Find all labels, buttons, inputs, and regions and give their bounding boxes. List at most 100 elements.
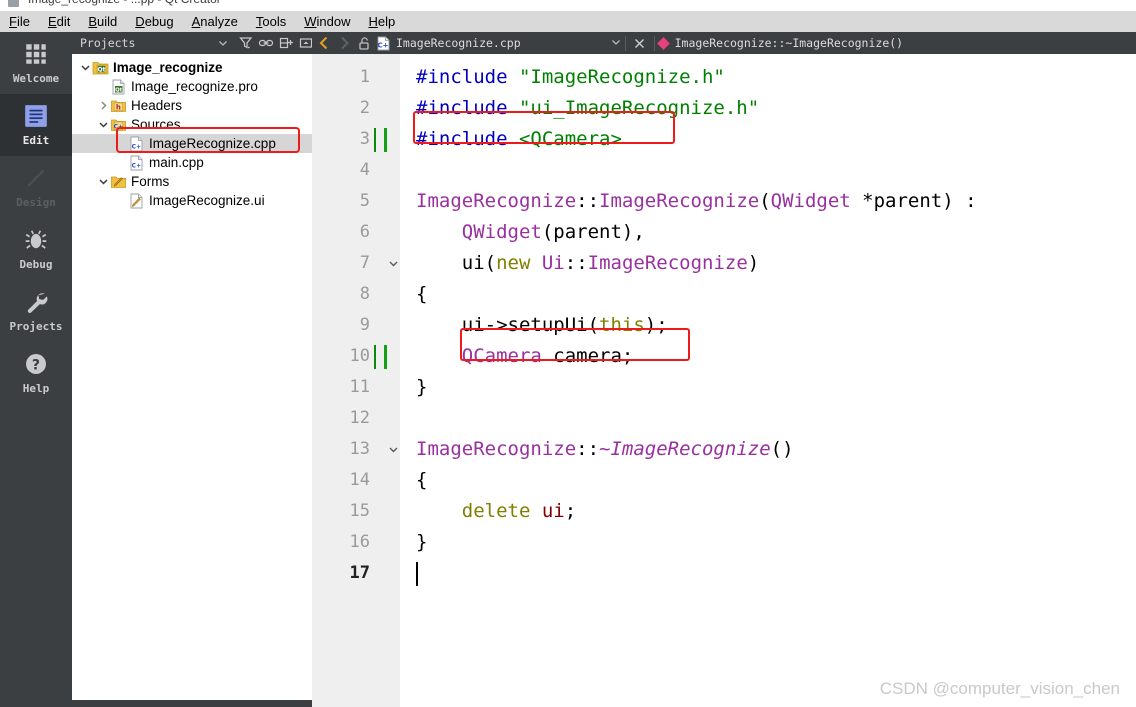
line-change-marker	[384, 128, 387, 152]
code-line[interactable]: 5 ImageRecognize::ImageRecognize(QWidget …	[312, 186, 1136, 217]
code-line[interactable]: 9 ui->setupUi(this);	[312, 310, 1136, 341]
app-icon	[8, 0, 19, 7]
code-line[interactable]: 12	[312, 403, 1136, 434]
code-text: ImageRecognize::ImageRecognize(QWidget *…	[416, 190, 977, 212]
mode-button-design: Design	[0, 156, 72, 218]
line-number: 8	[359, 284, 370, 304]
cpp-file-icon: C+	[128, 136, 145, 152]
chevron-down-icon[interactable]	[96, 175, 110, 189]
tree-item-label: main.cpp	[149, 155, 204, 170]
mode-button-help[interactable]: ? Help	[0, 342, 72, 404]
chevron-down-icon[interactable]	[78, 61, 92, 75]
mode-button-welcome[interactable]: Welcome	[0, 32, 72, 94]
open-file-selector[interactable]: C+ ImageRecognize.cpp	[374, 36, 621, 51]
unlock-icon[interactable]	[354, 33, 374, 53]
line-change-marker	[384, 345, 387, 369]
code-line[interactable]: 14 {	[312, 465, 1136, 496]
code-line[interactable]: 1 #include "ImageRecognize.h"	[312, 62, 1136, 93]
line-number: 14	[349, 470, 370, 490]
mode-button-debug[interactable]: Debug	[0, 218, 72, 280]
chevron-down-icon[interactable]	[96, 118, 110, 132]
ui-file-icon	[128, 193, 145, 209]
tree-item[interactable]: Qt Image_recognize	[72, 58, 312, 77]
code-editor[interactable]: 1 #include "ImageRecognize.h" 2 #include "u…	[312, 54, 1136, 707]
code-text: delete ui;	[461, 500, 577, 522]
go-forward-icon[interactable]	[334, 33, 354, 53]
cpp-file-icon: C+	[376, 36, 391, 51]
fold-chevron-down-icon[interactable]	[386, 434, 400, 465]
code-text: ImageRecognize::~ImageRecognize()	[416, 438, 794, 460]
menu-item-edit[interactable]: Edit	[39, 12, 79, 31]
text-caret	[416, 562, 418, 586]
svg-text:?: ?	[32, 357, 40, 373]
line-number: 4	[359, 160, 370, 180]
tree-item-selected[interactable]: C+ ImageRecognize.cpp	[72, 134, 312, 153]
project-side-panel: Projects Qt Image_recognize Qt Image_rec…	[72, 32, 313, 701]
window-title-bar: Image_recognize - ...pp - Qt Creator	[0, 0, 1136, 11]
tree-item[interactable]: Qt Image_recognize.pro	[72, 77, 312, 96]
code-line[interactable]: 3 #include <QCamera>	[312, 124, 1136, 155]
go-back-icon[interactable]	[314, 33, 334, 53]
code-line[interactable]: 10 QCamera camera;	[312, 341, 1136, 372]
forms-folder-icon	[110, 174, 127, 190]
side-panel-view-label: Projects	[80, 36, 136, 50]
line-number: 10	[349, 346, 370, 366]
qt-pro-file-icon: Qt	[110, 79, 127, 95]
chevron-down-icon	[611, 36, 621, 50]
menu-item-debug[interactable]: Debug	[126, 12, 182, 31]
tree-item[interactable]: Forms	[72, 172, 312, 191]
symbol-selector[interactable]: ImageRecognize::~ImageRecognize()	[656, 36, 903, 50]
menu-item-tools[interactable]: Tools	[247, 12, 295, 31]
split-icon[interactable]	[276, 33, 296, 53]
code-line[interactable]: 15 delete ui;	[312, 496, 1136, 527]
document-lines-icon	[23, 103, 49, 129]
mode-selector-bar: Welcome Edit Design Debug Projects? Help	[0, 32, 72, 707]
tree-item[interactable]: ImageRecognize.ui	[72, 191, 312, 210]
code-line[interactable]: 2 #include "ui_ImageRecognize.h"	[312, 93, 1136, 124]
side-panel-view-selector[interactable]: Projects	[72, 36, 228, 50]
code-line[interactable]: 8{	[312, 279, 1136, 310]
menu-item-analyze[interactable]: Analyze	[183, 12, 247, 31]
text-caret	[374, 345, 376, 369]
link-icon[interactable]	[256, 33, 276, 53]
code-text: {	[416, 469, 428, 491]
line-number: 7	[359, 253, 370, 273]
tree-item[interactable]: h Headers	[72, 96, 312, 115]
tree-item[interactable]: C+ main.cpp	[72, 153, 312, 172]
chevron-right-icon[interactable]	[96, 99, 110, 113]
close-icon[interactable]	[630, 33, 650, 53]
code-line[interactable]: 6 QWidget(parent),	[312, 217, 1136, 248]
bug-icon	[23, 227, 49, 253]
menu-bar: File Edit Build Debug Analyze Tools Window Help	[0, 11, 1136, 33]
tree-item-label: ImageRecognize.ui	[149, 193, 265, 208]
divider	[653, 35, 655, 51]
menu-item-help[interactable]: Help	[359, 12, 404, 31]
tree-item-label: Sources	[131, 117, 181, 132]
code-text: QCamera camera;	[461, 345, 634, 367]
code-line[interactable]: 17	[312, 558, 1136, 589]
code-line[interactable]: 13 ImageRecognize::~ImageRecognize()	[312, 434, 1136, 465]
line-number: 11	[349, 377, 370, 397]
chevron-down-icon	[219, 41, 227, 46]
menu-item-window[interactable]: Window	[295, 12, 359, 31]
line-number: 3	[359, 129, 370, 149]
fold-chevron-down-icon[interactable]	[386, 248, 400, 279]
mode-button-edit[interactable]: Edit	[0, 94, 72, 156]
line-number: 6	[359, 222, 370, 242]
divider	[624, 35, 626, 51]
menu-item-build[interactable]: Build	[79, 12, 126, 31]
code-line[interactable]: 4	[312, 155, 1136, 186]
line-number: 13	[349, 439, 370, 459]
code-text: #include "ui_ImageRecognize.h"	[416, 97, 760, 119]
tree-item[interactable]: C+ Sources	[72, 115, 312, 134]
line-number: 15	[349, 501, 370, 521]
qt-creator-window: Image_recognize - ...pp - Qt Creator Fil…	[0, 0, 1136, 707]
menu-item-file[interactable]: File	[0, 12, 39, 31]
code-line[interactable]: 11}	[312, 372, 1136, 403]
code-line[interactable]: 16}	[312, 527, 1136, 558]
filter-icon[interactable]	[236, 33, 256, 53]
mode-button-projects[interactable]: Projects	[0, 280, 72, 342]
code-line[interactable]: 7 ui(new Ui::ImageRecognize)	[312, 248, 1136, 279]
line-number: 2	[359, 98, 370, 118]
